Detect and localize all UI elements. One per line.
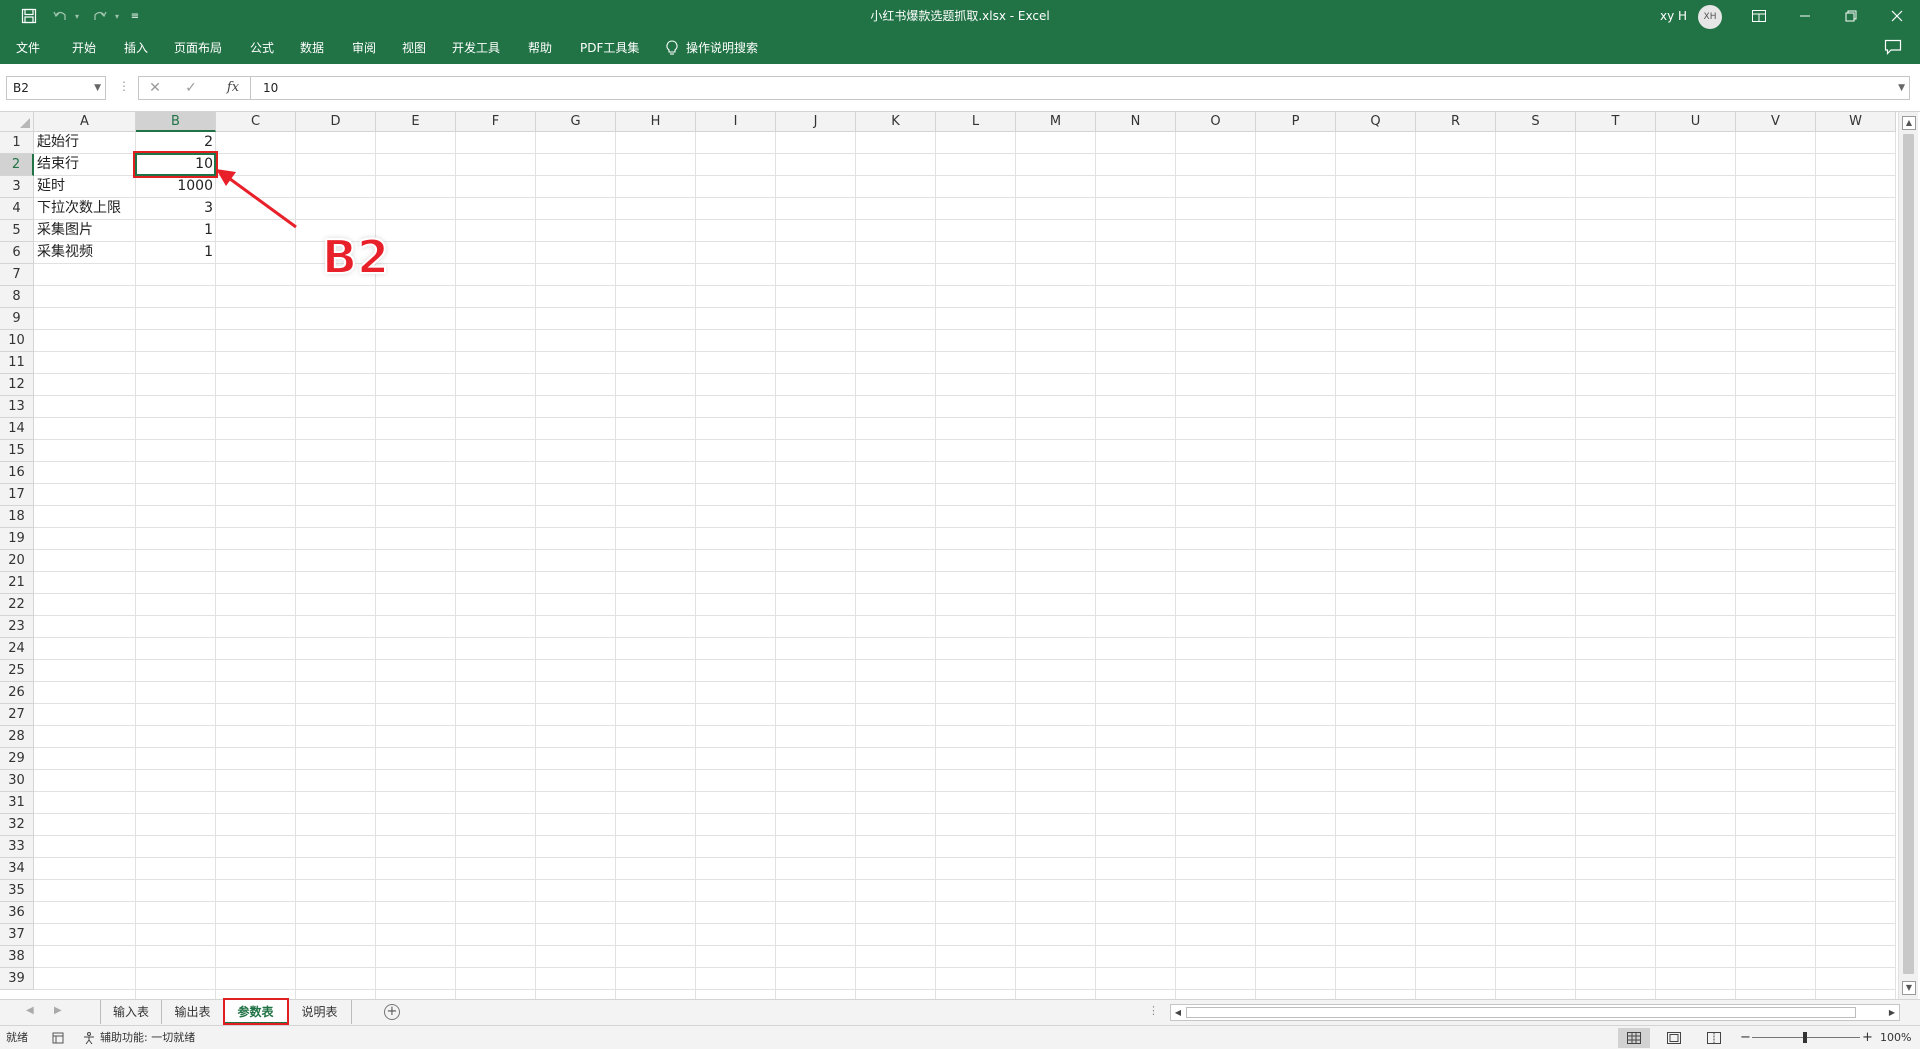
scroll-thumb[interactable]: [1186, 1007, 1856, 1018]
macro-record-icon[interactable]: [52, 1026, 64, 1049]
scroll-down-icon[interactable]: ▼: [1902, 981, 1916, 995]
page-break-view-icon[interactable]: [1698, 1028, 1730, 1048]
scroll-right-icon[interactable]: ▶: [1885, 1005, 1899, 1020]
annotation-highlight-tab: [223, 998, 289, 1025]
vertical-scrollbar[interactable]: ▲ ▼: [1898, 112, 1918, 999]
sheet-prev-icon[interactable]: ◀: [26, 1005, 34, 1016]
zoom-level[interactable]: 100%: [1880, 1026, 1911, 1049]
page-layout-view-icon[interactable]: [1658, 1028, 1690, 1048]
zoom-in-icon[interactable]: +: [1862, 1026, 1873, 1049]
zoom-slider-knob[interactable]: [1803, 1032, 1807, 1043]
horizontal-scrollbar[interactable]: ◀ ▶: [1170, 1004, 1900, 1021]
sheet-next-icon[interactable]: ▶: [54, 1005, 62, 1016]
splitter-icon[interactable]: ⋮: [1148, 1004, 1159, 1017]
sheet-tab-bar: ◀ ▶ 输入表 输出表 参数表 说明表 + ⋮ ◀ ▶: [0, 998, 1920, 1025]
add-sheet-icon[interactable]: +: [384, 1004, 400, 1020]
sheet-tab-notes[interactable]: 说明表: [288, 1000, 352, 1024]
annotation-arrow: [216, 169, 297, 229]
zoom-out-icon[interactable]: −: [1740, 1026, 1751, 1049]
sheet-tab-input[interactable]: 输入表: [100, 1000, 162, 1024]
normal-view-icon[interactable]: [1618, 1028, 1650, 1048]
annotation-label: B2: [321, 230, 390, 284]
accessibility-status[interactable]: 辅助功能: 一切就绪: [82, 1026, 195, 1049]
scroll-left-icon[interactable]: ◀: [1171, 1005, 1185, 1020]
status-ready: 就绪: [6, 1031, 28, 1044]
accessibility-label: 辅助功能: 一切就绪: [100, 1031, 196, 1044]
scroll-up-icon[interactable]: ▲: [1902, 116, 1916, 130]
scroll-thumb[interactable]: [1903, 134, 1914, 974]
sheet-tab-output[interactable]: 输出表: [162, 1000, 224, 1024]
zoom-slider[interactable]: [1752, 1032, 1860, 1043]
status-bar: 就绪 辅助功能: 一切就绪 − + 100%: [0, 1025, 1920, 1049]
accessibility-icon: [84, 1032, 94, 1045]
